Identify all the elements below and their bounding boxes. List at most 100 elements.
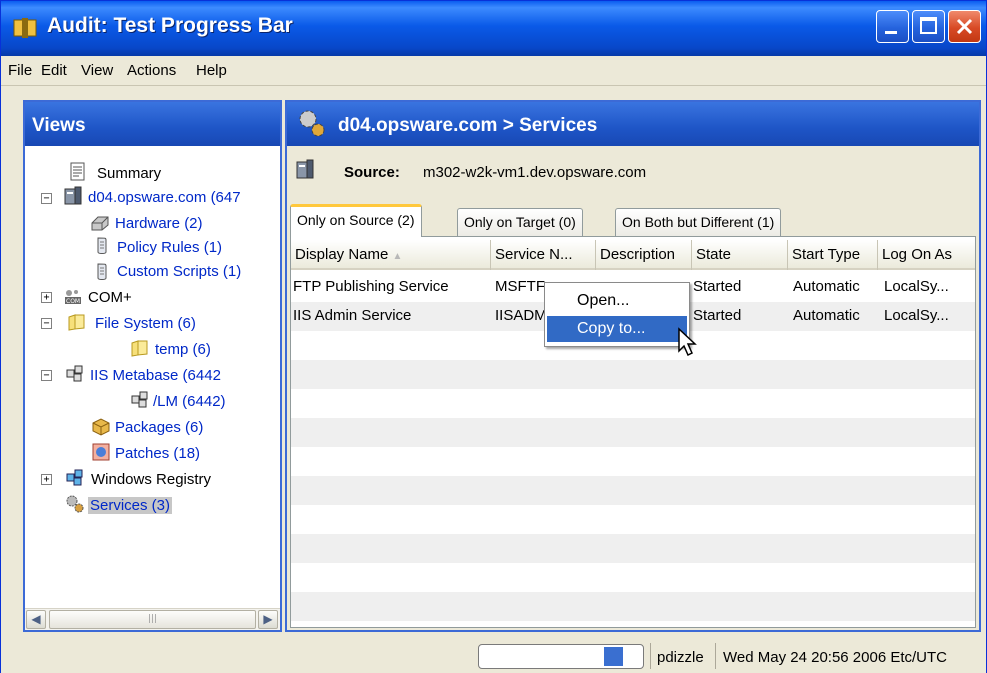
tree-item-server[interactable]: − d04.opsware.com (647 — [25, 186, 280, 210]
collapse-toggle[interactable]: − — [41, 370, 52, 381]
progress-fill — [604, 647, 623, 666]
svg-text:COM: COM — [66, 298, 80, 305]
tree-item-policy-rules[interactable]: Policy Rules (1) — [25, 236, 280, 260]
column-header-description[interactable]: Description — [596, 240, 692, 270]
tree-item-windows-registry[interactable]: + Windows Registry — [25, 468, 280, 492]
services-title: d04.opsware.com > Services — [338, 115, 598, 136]
empty-row — [291, 592, 975, 621]
menu-edit[interactable]: Edit — [41, 62, 67, 79]
cell-log-on-as: LocalSy... — [884, 278, 949, 295]
folder-icon — [68, 314, 85, 331]
tree-item-temp[interactable]: temp (6) — [25, 338, 280, 362]
tree-item-label: Hardware (2) — [115, 215, 203, 232]
cell-state: Started — [693, 278, 742, 295]
gears-icon — [66, 495, 84, 513]
tree-item-label: IIS Metabase (6442 — [90, 367, 221, 384]
menu-view[interactable]: View — [81, 62, 113, 79]
tab-only-on-source[interactable]: Only on Source (2) — [290, 204, 422, 237]
com-icon: COM — [65, 290, 81, 305]
tree-item-label: Services (3) — [88, 497, 173, 514]
tree-item-packages[interactable]: Packages (6) — [25, 416, 280, 440]
tree-item-label: Windows Registry — [91, 471, 212, 488]
expand-toggle[interactable]: + — [41, 474, 52, 485]
context-menu-open[interactable]: Open... — [547, 288, 687, 314]
collapse-toggle[interactable]: − — [41, 318, 52, 329]
context-menu-copy-to[interactable]: Copy to... — [547, 316, 687, 342]
progress-bar — [478, 644, 644, 669]
tree-item-label: Custom Scripts (1) — [117, 263, 242, 280]
cell-state: Started — [693, 307, 742, 324]
views-tree: Summary − d04.opsware.com (647 Hardware … — [25, 146, 280, 598]
cubes-icon — [131, 391, 148, 408]
status-divider — [715, 643, 716, 669]
document-icon — [70, 162, 85, 181]
column-header-service-name[interactable]: Service N... — [491, 240, 596, 270]
tree-item-label: Policy Rules (1) — [117, 239, 223, 256]
expand-toggle[interactable]: + — [41, 292, 52, 303]
tree-item-patches[interactable]: Patches (18) — [25, 442, 280, 466]
menu-actions[interactable]: Actions — [127, 62, 176, 79]
status-bar: pdizzle Wed May 24 20:56 2006 Etc/UTC — [1, 637, 986, 673]
tree-item-label: COM+ — [88, 289, 132, 306]
cell-display-name: FTP Publishing Service — [293, 278, 449, 295]
column-header-start-type[interactable]: Start Type — [788, 240, 878, 270]
tree-item-com[interactable]: + COM COM+ — [25, 286, 280, 310]
tree-item-file-system[interactable]: − File System (6) — [25, 312, 280, 336]
cell-start-type: Automatic — [793, 278, 860, 295]
package-icon — [92, 418, 110, 436]
tree-item-custom-scripts[interactable]: Custom Scripts (1) — [25, 260, 280, 284]
tree-item-services[interactable]: Services (3) — [25, 494, 280, 518]
cell-start-type: Automatic — [793, 307, 860, 324]
views-header: Views — [25, 102, 280, 146]
chevron-left-icon: ◀ — [31, 612, 41, 626]
column-header-log-on-as[interactable]: Log On As — [878, 240, 975, 270]
tab-only-on-target[interactable]: Only on Target (0) — [457, 208, 583, 236]
table-header: Display Name ▲ Service N... Description … — [291, 240, 975, 270]
tab-on-both-but-different[interactable]: On Both but Different (1) — [615, 208, 782, 236]
title-bar[interactable]: Audit: Test Progress Bar — [1, 1, 986, 56]
collapse-toggle[interactable]: − — [41, 193, 52, 204]
scroll-right-button[interactable]: ▶ — [258, 610, 278, 629]
source-value: m302-w2k-vm1.dev.opsware.com — [423, 164, 647, 181]
tree-item-label: Patches (18) — [115, 445, 201, 462]
tree-item-summary[interactable]: Summary — [25, 162, 275, 186]
grip-icon: ||| — [147, 614, 158, 624]
maximize-icon — [920, 17, 937, 34]
close-icon — [956, 18, 973, 35]
minimize-button[interactable] — [876, 10, 909, 43]
status-divider — [650, 643, 651, 669]
tree-item-label: temp (6) — [155, 341, 211, 358]
empty-row — [291, 447, 975, 476]
cubes-icon — [66, 365, 83, 382]
server-icon — [296, 159, 314, 179]
tree-item-lm[interactable]: /LM (6442) — [25, 390, 280, 414]
tree-item-label: Summary — [97, 165, 162, 182]
empty-row — [291, 563, 975, 592]
menu-file[interactable]: File — [8, 62, 32, 79]
cell-log-on-as: LocalSy... — [884, 307, 949, 324]
services-header: d04.opsware.com > Services — [287, 102, 979, 146]
patch-icon — [92, 443, 110, 461]
maximize-button[interactable] — [912, 10, 945, 43]
menu-help[interactable]: Help — [196, 62, 227, 79]
horizontal-scrollbar[interactable]: ◀ ||| ▶ — [25, 608, 280, 630]
tree-item-hardware[interactable]: Hardware (2) — [25, 212, 280, 236]
close-button[interactable] — [948, 10, 981, 43]
empty-row — [291, 505, 975, 534]
folder-icon — [131, 340, 148, 357]
column-header-state[interactable]: State — [692, 240, 788, 270]
column-header-display-name[interactable]: Display Name ▲ — [291, 240, 491, 270]
services-panel: d04.opsware.com > Services Source: m302-… — [285, 100, 981, 632]
script-icon — [97, 263, 107, 280]
window-title: Audit: Test Progress Bar — [47, 14, 293, 37]
scroll-thumb[interactable]: ||| — [49, 610, 256, 629]
script-icon — [97, 237, 107, 254]
tree-item-label: /LM (6442) — [153, 393, 226, 410]
empty-row — [291, 534, 975, 563]
scroll-left-button[interactable]: ◀ — [26, 610, 46, 629]
empty-row — [291, 389, 975, 418]
tree-item-iis-metabase[interactable]: − IIS Metabase (6442 — [25, 364, 280, 388]
sort-ascending-icon: ▲ — [392, 251, 403, 262]
tree-item-label: Packages (6) — [115, 419, 204, 436]
source-label: Source: — [344, 164, 400, 181]
